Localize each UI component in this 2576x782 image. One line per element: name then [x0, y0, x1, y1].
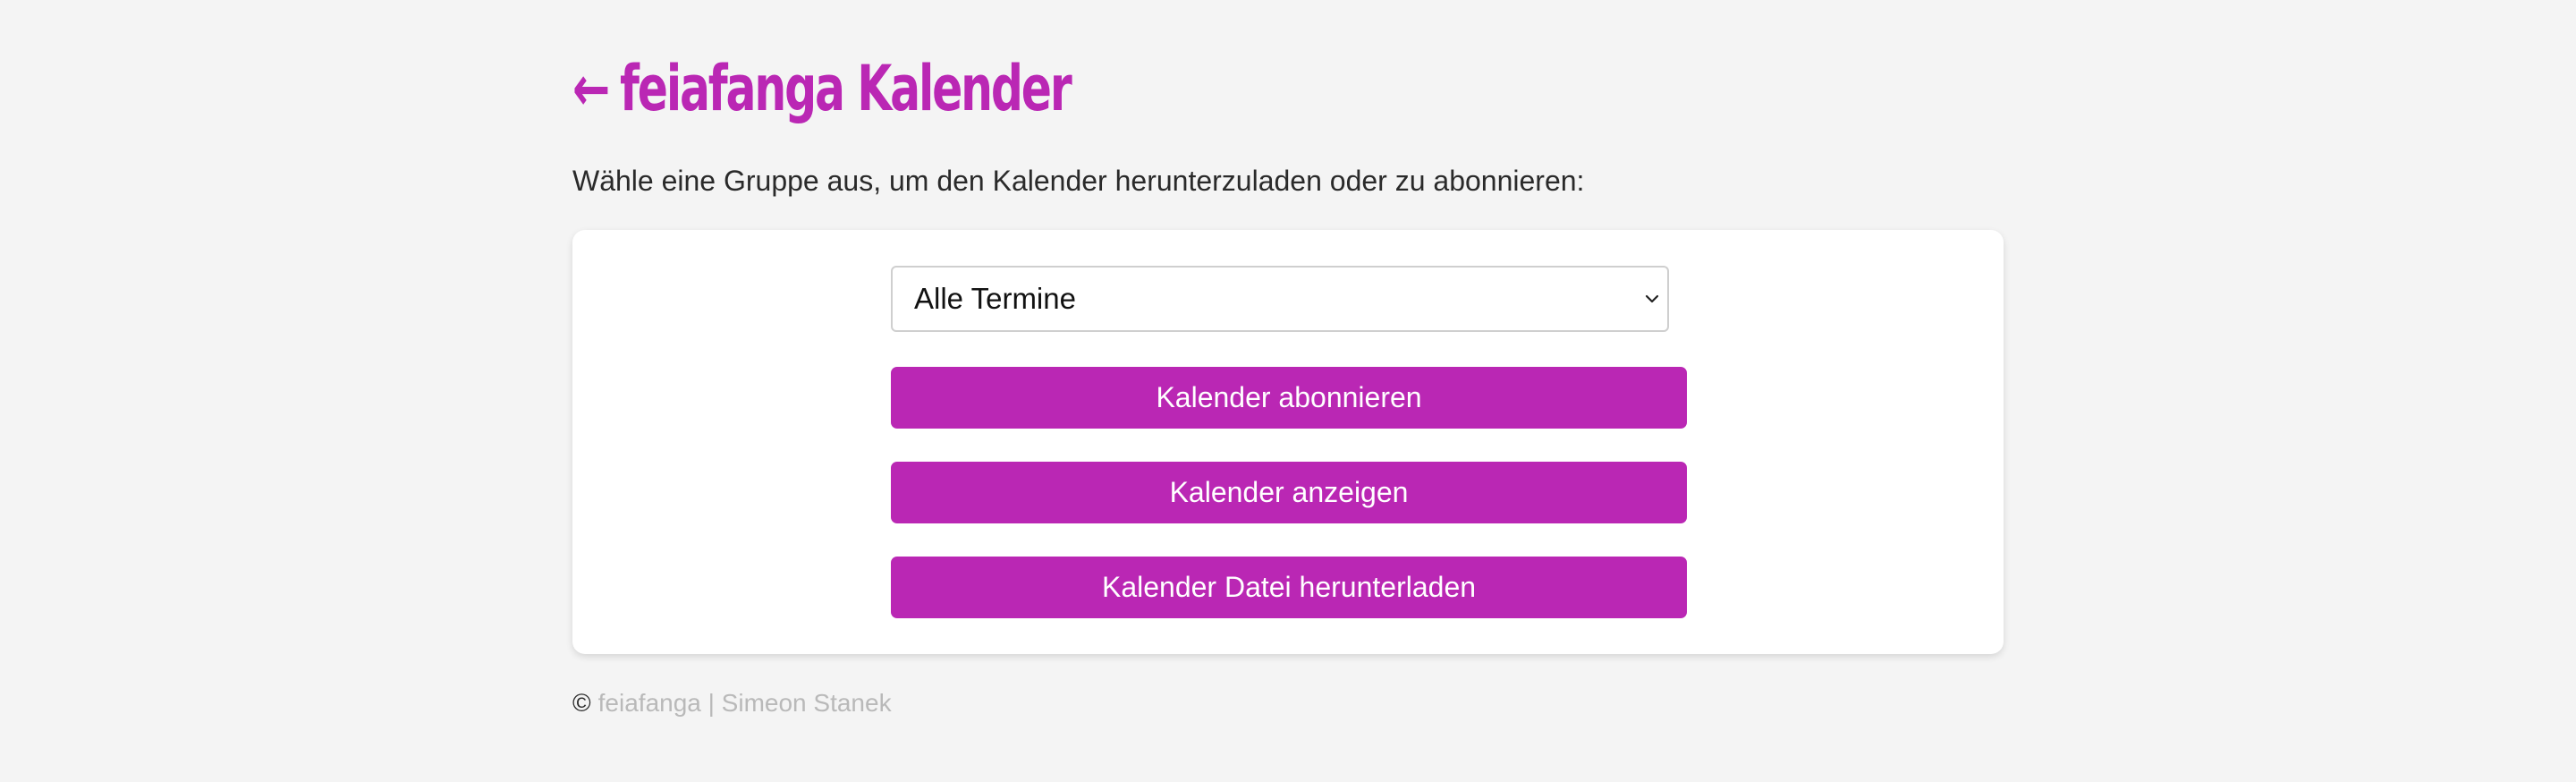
footer: © feiafanga | Simeon Stanek: [572, 689, 892, 718]
intro-text: Wähle eine Gruppe aus, um den Kalender h…: [572, 165, 1585, 197]
subscribe-calendar-button[interactable]: Kalender abonnieren: [891, 367, 1687, 429]
view-calendar-button[interactable]: Kalender anzeigen: [891, 462, 1687, 523]
back-arrow-icon: ←: [572, 52, 610, 125]
chevron-down-icon: [1645, 294, 1659, 303]
page-title: feiafanga Kalender: [620, 52, 1072, 125]
group-select[interactable]: Alle Termine: [891, 266, 1669, 332]
download-calendar-button[interactable]: Kalender Datei herunterladen: [891, 557, 1687, 618]
footer-text: feiafanga | Simeon Stanek: [597, 689, 892, 717]
calendar-card: Alle Termine Kalender abonnieren Kalende…: [572, 230, 2004, 654]
group-select-value: Alle Termine: [914, 282, 1076, 315]
copyright-icon: ©: [572, 689, 591, 717]
back-title-link[interactable]: ← feiafanga Kalender: [572, 48, 1072, 129]
